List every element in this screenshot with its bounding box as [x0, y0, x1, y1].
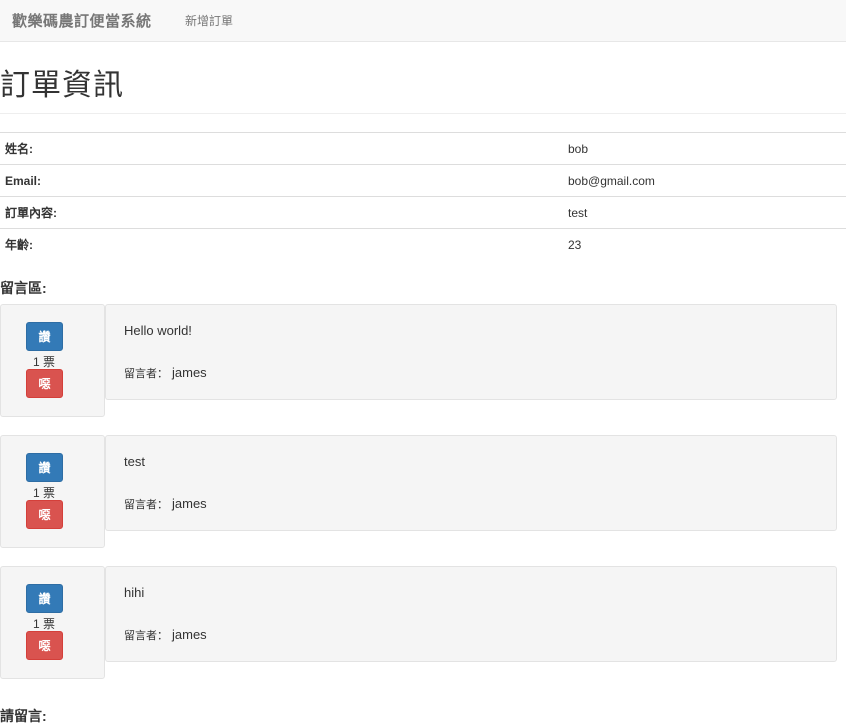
comment-text: Hello world!	[124, 323, 192, 338]
author-label: 留言者：	[124, 368, 168, 380]
vote-panel: 讚 1 票 噁	[0, 304, 105, 417]
comment-card: Hello world! 留言者： james	[105, 304, 837, 400]
info-label-content: 訂單內容:	[0, 196, 568, 229]
title-divider	[0, 113, 846, 114]
upvote-button[interactable]: 讚	[26, 584, 63, 613]
downvote-button[interactable]: 噁	[26, 500, 63, 529]
info-value-age: 23	[568, 228, 846, 261]
author-label: 留言者：	[124, 499, 168, 511]
comment-card: hihi 留言者： james	[105, 566, 837, 662]
page-title: 訂單資訊	[0, 69, 124, 102]
downvote-button[interactable]: 噁	[26, 631, 63, 660]
author-name: james	[172, 627, 207, 642]
navbar-brand[interactable]: 歡樂碼農訂便當系統	[12, 10, 152, 31]
downvote-button[interactable]: 噁	[26, 369, 63, 398]
comment-author: 留言者： james	[124, 496, 207, 512]
author-name: james	[172, 496, 207, 511]
comments-heading: 留言區:	[0, 280, 47, 296]
author-label: 留言者：	[124, 630, 168, 642]
vote-panel: 讚 1 票 噁	[0, 435, 105, 548]
upvote-button[interactable]: 讚	[26, 322, 63, 351]
info-value-email: bob@gmail.com	[568, 164, 846, 197]
author-name: james	[172, 365, 207, 380]
leave-comment-heading: 請留言:	[0, 708, 47, 724]
info-label-email: Email:	[0, 164, 568, 197]
comment-author: 留言者： james	[124, 627, 207, 643]
comment-card: test 留言者： james	[105, 435, 837, 531]
comment-author: 留言者： james	[124, 365, 207, 381]
table-row: 訂單內容: test	[0, 196, 846, 229]
table-row: 姓名: bob	[0, 132, 846, 165]
order-info-table: 姓名: bob Email: bob@gmail.com 訂單內容: test …	[0, 132, 846, 261]
vote-count: 1 票	[32, 355, 55, 369]
info-value-content: test	[568, 196, 846, 229]
info-label-age: 年齡:	[0, 228, 568, 261]
info-value-name: bob	[568, 132, 846, 165]
vote-panel: 讚 1 票 噁	[0, 566, 105, 679]
upvote-button[interactable]: 讚	[26, 453, 63, 482]
info-label-name: 姓名:	[0, 132, 568, 165]
nav-link-new-order[interactable]: 新增訂單	[185, 12, 233, 29]
vote-count: 1 票	[32, 486, 55, 500]
table-row: Email: bob@gmail.com	[0, 164, 846, 197]
comment-text: test	[124, 454, 145, 469]
comment-text: hihi	[124, 585, 145, 600]
vote-count: 1 票	[32, 617, 55, 631]
navbar: 歡樂碼農訂便當系統 新增訂單	[0, 0, 846, 42]
table-row: 年齡: 23	[0, 228, 846, 261]
